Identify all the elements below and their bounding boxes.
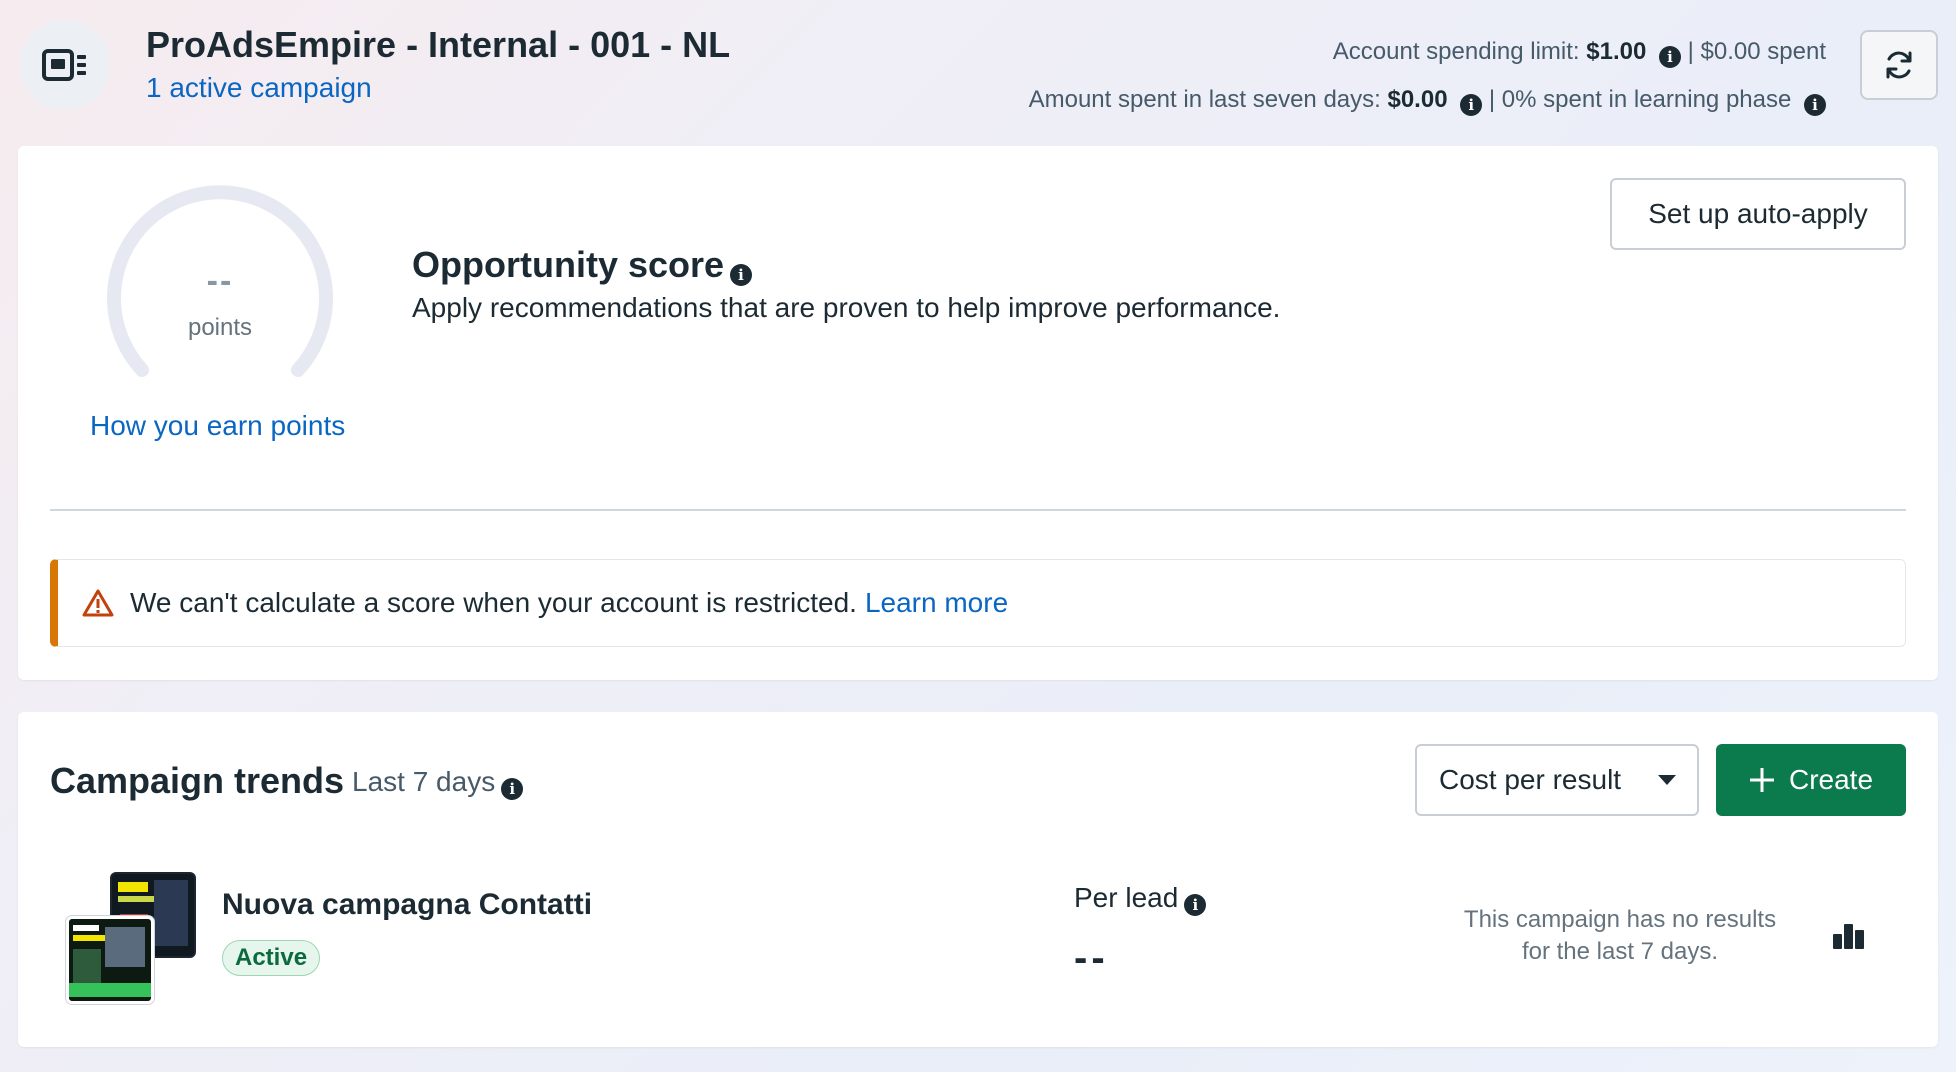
opportunity-description: Apply recommendations that are proven to… xyxy=(412,292,1281,323)
date-range: Last 7 days i xyxy=(352,766,524,800)
per-lead-value: -- xyxy=(1074,936,1109,980)
spending-limit-value: $1.00 xyxy=(1586,38,1647,65)
spending-limit-row: Account spending limit: $1.00 i | $0.00 … xyxy=(1029,28,1826,76)
learning-phase-text: | 0% spent in learning phase xyxy=(1488,86,1792,113)
score-value: -- xyxy=(206,262,234,300)
account-name: ProAdsEmpire - Internal - 001 - NL xyxy=(146,24,731,65)
create-label: Create xyxy=(1788,764,1874,795)
spending-limit-label: Account spending limit: xyxy=(1332,38,1580,65)
refresh-icon xyxy=(1886,51,1912,79)
restricted-alert: We can't calculate a score when your acc… xyxy=(50,559,1906,647)
campaign-name[interactable]: Nuova campagna Contatti xyxy=(222,888,592,922)
info-icon[interactable]: i xyxy=(1804,94,1826,116)
how-you-earn-points-link[interactable]: How you earn points xyxy=(90,410,345,442)
bar-chart-icon[interactable] xyxy=(1832,920,1866,950)
no-results-message: This campaign has no results for the las… xyxy=(1440,904,1800,968)
metric-selected: Cost per result xyxy=(1439,764,1622,795)
ad-account-icon xyxy=(42,49,86,81)
spending-summary: Account spending limit: $1.00 i | $0.00 … xyxy=(1029,28,1826,124)
info-icon[interactable]: i xyxy=(1658,46,1681,68)
info-icon[interactable]: i xyxy=(501,778,524,800)
seven-days-row: Amount spent in last seven days: $0.00 i… xyxy=(1029,76,1826,124)
caret-down-icon xyxy=(1658,775,1676,785)
info-icon[interactable]: i xyxy=(1184,894,1207,916)
campaign-trends-title: Campaign trends xyxy=(50,760,345,801)
divider xyxy=(50,509,1906,511)
info-icon[interactable]: i xyxy=(730,264,753,286)
create-button[interactable]: Create xyxy=(1716,744,1906,816)
per-lead-label: Per lead xyxy=(1074,882,1179,913)
seven-days-value: $0.00 xyxy=(1387,86,1448,113)
info-icon[interactable]: i xyxy=(1460,94,1483,116)
spent-text: | $0.00 spent xyxy=(1687,38,1826,65)
no-results-line: This campaign has no results xyxy=(1463,906,1777,933)
active-campaigns-link[interactable]: 1 active campaign xyxy=(146,72,372,104)
seven-days-label: Amount spent in last seven days: xyxy=(1028,86,1381,113)
plus-icon xyxy=(1749,768,1774,792)
learn-more-link[interactable]: Learn more xyxy=(865,587,1008,619)
refresh-button[interactable] xyxy=(1860,30,1938,100)
campaign-thumbnails xyxy=(66,872,196,1004)
opportunity-score-title: Opportunity score i xyxy=(412,244,753,286)
account-avatar xyxy=(20,20,110,110)
status-badge: Active xyxy=(222,940,321,976)
opportunity-title-text: Opportunity score xyxy=(412,244,725,285)
metric-dropdown[interactable]: Cost per result xyxy=(1415,744,1699,816)
warning-triangle-icon xyxy=(82,588,114,618)
ad-creative-thumbnail xyxy=(66,916,154,1004)
date-range-text: Last 7 days xyxy=(352,766,496,797)
set-up-auto-apply-button[interactable]: Set up auto-apply xyxy=(1610,178,1906,250)
alert-text: We can't calculate a score when your acc… xyxy=(130,587,857,618)
score-unit: points xyxy=(187,314,253,341)
per-lead-metric: Per lead i xyxy=(1074,882,1207,916)
no-results-line: for the last 7 days. xyxy=(1521,938,1719,965)
